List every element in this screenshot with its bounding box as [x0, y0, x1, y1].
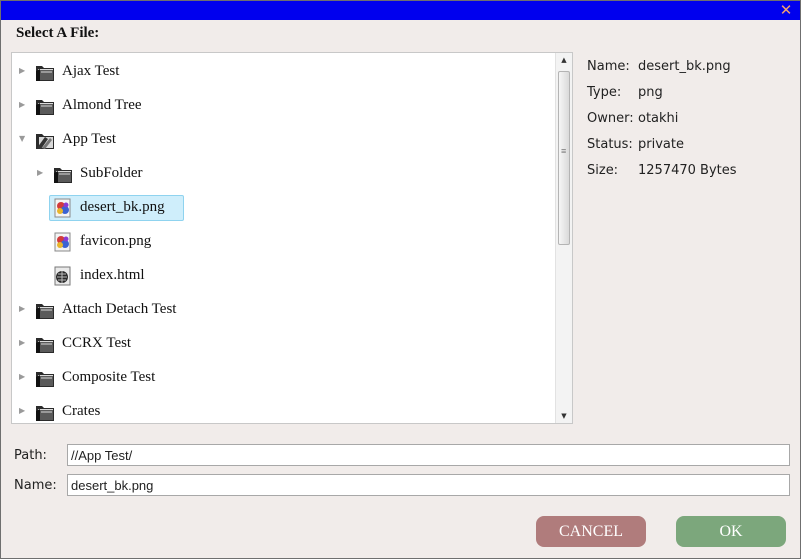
- scroll-up-arrow-icon[interactable]: ▲: [556, 53, 572, 67]
- scroll-thumb[interactable]: ≡: [558, 71, 570, 245]
- folder-icon: [34, 61, 56, 83]
- tree-item[interactable]: ▼ App Test: [12, 126, 556, 154]
- tree-item[interactable]: ▶ Composite Test: [12, 364, 556, 392]
- tree-item-label: SubFolder: [80, 165, 143, 181]
- info-type-value: png: [638, 85, 663, 100]
- tree-item[interactable]: ▶ CCRX Test: [12, 330, 556, 358]
- tree-item-label: index.html: [80, 267, 145, 283]
- tree-item[interactable]: ▶ Almond Tree: [12, 92, 556, 120]
- tree-item[interactable]: ▶ Attach Detach Test: [12, 296, 556, 324]
- dialog-heading: Select A File:: [16, 25, 100, 41]
- tree-item-label: Almond Tree: [62, 97, 142, 113]
- tree-item-label: Crates: [62, 403, 101, 419]
- info-name-label: Name:: [587, 59, 630, 74]
- cancel-button[interactable]: CANCEL: [536, 516, 646, 547]
- collapsed-arrow-icon[interactable]: ▶: [19, 305, 27, 313]
- image-file-icon: [52, 231, 74, 253]
- grip-icon: ≡: [561, 146, 567, 156]
- title-bar[interactable]: ✕: [1, 1, 800, 20]
- close-icon[interactable]: ✕: [778, 2, 794, 18]
- info-name-value: desert_bk.png: [638, 59, 731, 74]
- info-status-row: Status: private: [587, 137, 797, 163]
- html-file-icon: [52, 265, 74, 287]
- path-label: Path:: [14, 448, 47, 463]
- folder-icon: [52, 163, 74, 185]
- info-name-row: Name: desert_bk.png: [587, 59, 797, 85]
- path-input[interactable]: [67, 444, 790, 466]
- info-status-label: Status:: [587, 137, 633, 152]
- info-owner-row: Owner: otakhi: [587, 111, 797, 137]
- collapsed-arrow-icon[interactable]: ▶: [19, 373, 27, 381]
- tree-item-label: App Test: [62, 131, 117, 147]
- image-file-icon: [52, 197, 74, 219]
- info-type-label: Type:: [587, 85, 622, 100]
- file-select-dialog: ✕ Select A File: ▶ Ajax Test ▶ Almond Tree ▼…: [0, 0, 801, 559]
- tree-item[interactable]: desert_bk.png: [12, 194, 556, 222]
- collapsed-arrow-icon[interactable]: ▶: [19, 339, 27, 347]
- expanded-arrow-icon[interactable]: ▼: [19, 135, 27, 143]
- tree-item[interactable]: index.html: [12, 262, 556, 290]
- file-info-panel: Name: desert_bk.png Type: png Owner: ota…: [587, 59, 797, 189]
- name-input[interactable]: [67, 474, 790, 496]
- info-size-row: Size: 1257470 Bytes: [587, 163, 797, 189]
- tree-item-label: favicon.png: [80, 233, 152, 249]
- folder-icon: [34, 401, 56, 423]
- tree-item[interactable]: ▶ Crates: [12, 398, 556, 423]
- file-tree[interactable]: ▶ Ajax Test ▶ Almond Tree ▼ App Test ▶ SubFolde…: [11, 52, 573, 424]
- app-folder-icon: [34, 129, 56, 151]
- tree-item-label: CCRX Test: [62, 335, 132, 351]
- collapsed-arrow-icon[interactable]: ▶: [37, 169, 45, 177]
- collapsed-arrow-icon[interactable]: ▶: [19, 407, 27, 415]
- info-size-label: Size:: [587, 163, 619, 178]
- folder-icon: [34, 367, 56, 389]
- tree-item-label: Attach Detach Test: [62, 301, 177, 317]
- tree-item-label: Composite Test: [62, 369, 156, 385]
- info-type-row: Type: png: [587, 85, 797, 111]
- tree-item-label: Ajax Test: [62, 63, 120, 79]
- info-owner-label: Owner:: [587, 111, 634, 126]
- info-owner-value: otakhi: [638, 111, 679, 126]
- ok-button[interactable]: OK: [676, 516, 786, 547]
- collapsed-arrow-icon[interactable]: ▶: [19, 67, 27, 75]
- tree-item[interactable]: ▶ SubFolder: [12, 160, 556, 188]
- info-size-value: 1257470 Bytes: [638, 163, 737, 178]
- folder-icon: [34, 299, 56, 321]
- info-status-value: private: [638, 137, 684, 152]
- folder-icon: [34, 333, 56, 355]
- tree-scrollbar[interactable]: ▲ ≡ ▼: [555, 53, 572, 423]
- tree-item[interactable]: ▶ Ajax Test: [12, 58, 556, 86]
- name-label: Name:: [14, 478, 57, 493]
- folder-icon: [34, 95, 56, 117]
- scroll-down-arrow-icon[interactable]: ▼: [556, 409, 572, 423]
- tree-item[interactable]: favicon.png: [12, 228, 556, 256]
- collapsed-arrow-icon[interactable]: ▶: [19, 101, 27, 109]
- tree-item-label: desert_bk.png: [80, 199, 165, 215]
